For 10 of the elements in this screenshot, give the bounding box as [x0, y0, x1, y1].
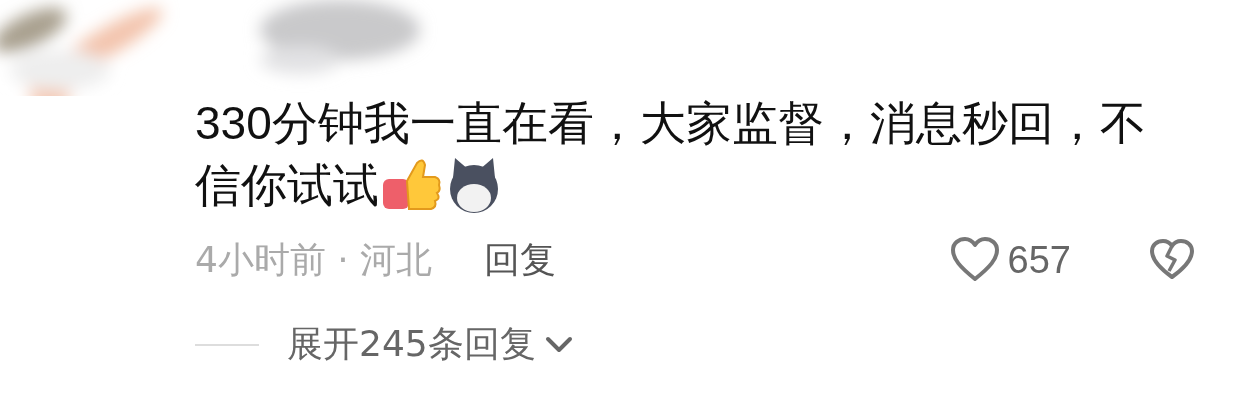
broken-heart-icon [1149, 239, 1195, 281]
comment-meta: 4小时前 · 河北 [195, 237, 433, 282]
thumbs-up-icon [381, 157, 443, 213]
chevron-down-icon [543, 334, 574, 355]
comment-text: 信你试试 [195, 158, 379, 213]
expand-replies-button[interactable]: 展开245条回复 [287, 320, 574, 369]
dislike-button[interactable] [1149, 239, 1195, 281]
reply-button[interactable]: 回复 [484, 235, 557, 285]
comment-text: 330分钟我一直在看，大家监督，消息秒回，不 [195, 96, 1146, 151]
like-button[interactable]: 657 [949, 237, 1071, 283]
